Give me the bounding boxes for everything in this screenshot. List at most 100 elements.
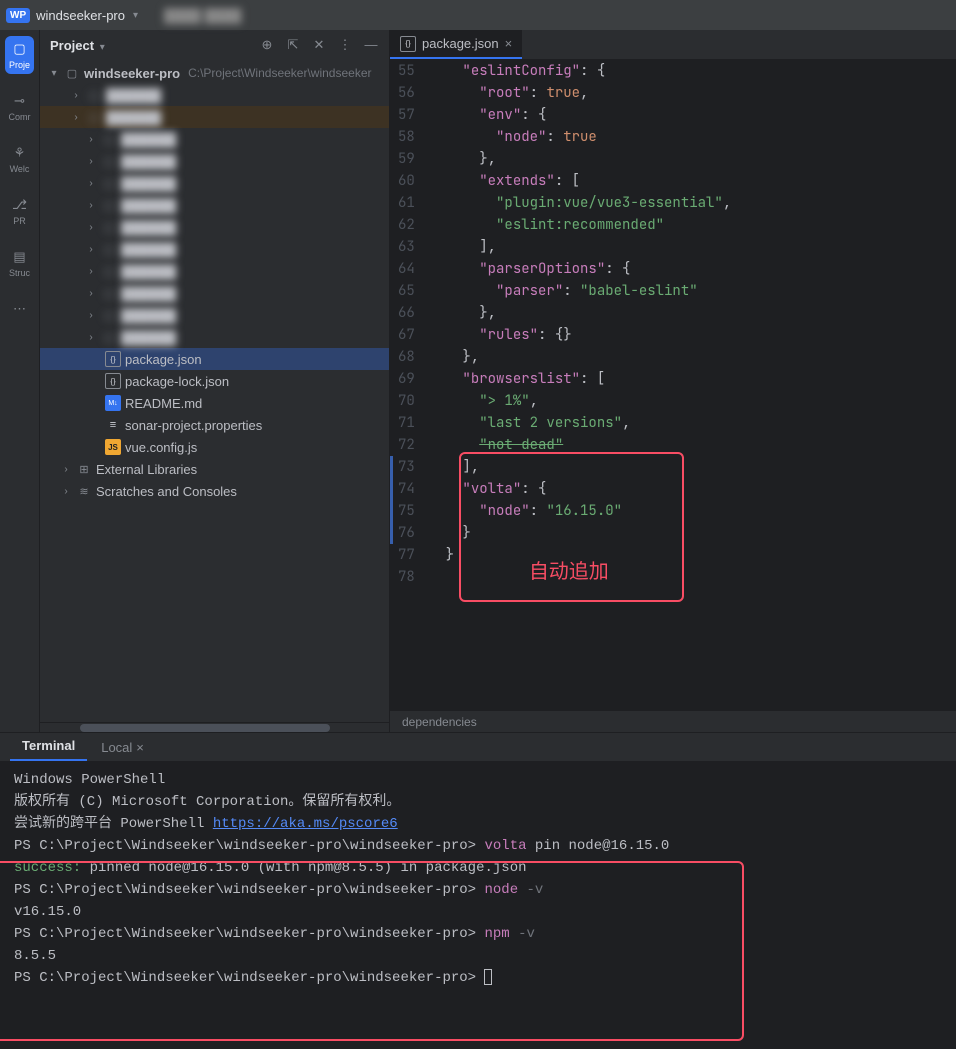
tree-file[interactable]: {} package.json <box>40 348 389 370</box>
line-number: 60 <box>398 170 415 192</box>
code-line[interactable]: }, <box>429 302 956 324</box>
code-line[interactable]: "> 1%", <box>429 390 956 412</box>
tree-folder-blurred[interactable]: › ▢ ██████ <box>40 282 389 304</box>
code-content[interactable]: "eslintConfig": { "root": true, "env": {… <box>429 60 956 710</box>
sidebar-welcome[interactable]: ⚘ Welc <box>6 140 34 178</box>
line-number: 73 <box>390 456 415 478</box>
tree-extra[interactable]: › ⊞ External Libraries <box>40 458 389 480</box>
code-line[interactable]: "extends": [ <box>429 170 956 192</box>
terminal-content[interactable]: Windows PowerShell版权所有 (C) Microsoft Cor… <box>0 761 956 1049</box>
code-line[interactable]: } <box>429 522 956 544</box>
code-line[interactable]: "parser": "babel-eslint" <box>429 280 956 302</box>
chevron-right-icon[interactable]: › <box>85 310 97 321</box>
code-line[interactable]: "eslintConfig": { <box>429 60 956 82</box>
code-line[interactable]: "root": true, <box>429 82 956 104</box>
line-number: 63 <box>398 236 415 258</box>
tree-root[interactable]: ▾ ▢ windseeker-pro C:\Project\Windseeker… <box>40 62 389 84</box>
close-icon[interactable]: × <box>505 36 513 51</box>
tree-folder-blurred[interactable]: › ▢ ██████ <box>40 238 389 260</box>
scrollbar-horizontal[interactable] <box>40 722 389 732</box>
chevron-right-icon[interactable]: › <box>70 112 82 123</box>
code-line[interactable]: ], <box>429 456 956 478</box>
chevron-right-icon[interactable]: › <box>85 288 97 299</box>
chevron-right-icon[interactable]: › <box>85 332 97 343</box>
line-number: 67 <box>398 324 415 346</box>
locate-icon[interactable]: ⊕ <box>259 37 275 53</box>
code-line[interactable]: "last 2 versions", <box>429 412 956 434</box>
sidebar-commit[interactable]: ⊸ Comr <box>5 88 35 126</box>
panel-title[interactable]: Project <box>50 38 94 53</box>
chevron-right-icon[interactable]: › <box>85 134 97 145</box>
terminal-tab[interactable]: Terminal <box>10 732 87 761</box>
chevron-down-icon[interactable]: ▾ <box>133 10 138 21</box>
tree-file[interactable]: ≡ sonar-project.properties <box>40 414 389 436</box>
tree-folder-blurred[interactable]: › ▢ ██████ <box>40 260 389 282</box>
tree-folder-blurred[interactable]: › ▢ ██████ <box>40 172 389 194</box>
close-icon[interactable]: × <box>136 740 144 755</box>
chevron-right-icon[interactable]: › <box>60 464 72 475</box>
expand-icon[interactable]: ⇱ <box>285 37 301 53</box>
tree-folder-blurred[interactable]: › ▢ ██████ <box>40 326 389 348</box>
code-line[interactable]: "eslint:recommended" <box>429 214 956 236</box>
collapse-icon[interactable]: ✕ <box>311 37 327 53</box>
tree-folder-blurred[interactable]: › ▢ ██████ <box>40 128 389 150</box>
tab-package-json[interactable]: {} package.json × <box>390 30 522 59</box>
terminal-tab[interactable]: Local× <box>89 734 156 761</box>
code-line[interactable]: "rules": {} <box>429 324 956 346</box>
js-icon: JS <box>105 439 121 455</box>
blurred-text: ████ ████ <box>164 8 241 23</box>
chevron-right-icon[interactable]: › <box>85 266 97 277</box>
chevron-right-icon[interactable]: › <box>85 222 97 233</box>
line-number: 78 <box>398 566 415 588</box>
tree-file[interactable]: JS vue.config.js <box>40 436 389 458</box>
code-line[interactable]: "volta": { <box>429 478 956 500</box>
code-line[interactable]: ], <box>429 236 956 258</box>
tree-extra[interactable]: › ≋ Scratches and Consoles <box>40 480 389 502</box>
tree-file[interactable]: {} package-lock.json <box>40 370 389 392</box>
code-line[interactable]: "browserslist": [ <box>429 368 956 390</box>
chevron-right-icon[interactable]: › <box>85 178 97 189</box>
chevron-down-icon[interactable]: ▾ <box>100 42 105 53</box>
tree-folder-blurred[interactable]: › ▢ ██████ <box>40 216 389 238</box>
chevron-right-icon[interactable]: › <box>70 90 82 101</box>
sidebar-folder[interactable]: ▢ Proje <box>5 36 34 74</box>
sidebar-pr[interactable]: ⎇ PR <box>7 192 33 230</box>
code-line[interactable]: "node": "16.15.0" <box>429 500 956 522</box>
code-line[interactable]: "node": true <box>429 126 956 148</box>
chevron-right-icon[interactable]: › <box>85 244 97 255</box>
chevron-right-icon[interactable]: › <box>85 200 97 211</box>
commit-icon: ⊸ <box>11 92 29 110</box>
code-editor[interactable]: 5556575859606162636465666768697071727374… <box>390 60 956 710</box>
code-line[interactable]: "not dead" <box>429 434 956 456</box>
code-line[interactable]: }, <box>429 148 956 170</box>
tree-folder-blurred[interactable]: › ▢ ██████ <box>40 84 389 106</box>
tree-folder-blurred[interactable]: › ▢ ██████ <box>40 194 389 216</box>
line-number: 74 <box>390 478 415 500</box>
more-icon[interactable]: ⋮ <box>337 37 353 53</box>
file-tree: ▾ ▢ windseeker-pro C:\Project\Windseeker… <box>40 60 389 722</box>
tab-label: package.json <box>422 36 499 51</box>
code-line[interactable]: "plugin:vue/vue3-essential", <box>429 192 956 214</box>
hide-icon[interactable]: — <box>363 37 379 53</box>
folder-icon: ▢ <box>86 109 102 125</box>
annotation-label: 自动追加 <box>529 560 609 582</box>
code-line[interactable]: } <box>429 544 956 566</box>
tree-folder-blurred[interactable]: › ▢ ██████ <box>40 150 389 172</box>
sidebar-struct[interactable]: ▤ Struc <box>5 244 34 282</box>
code-line[interactable]: }, <box>429 346 956 368</box>
line-gutter: 5556575859606162636465666768697071727374… <box>390 60 429 710</box>
breadcrumb[interactable]: dependencies <box>390 710 956 732</box>
tree-folder-blurred[interactable]: › ▢ ██████ <box>40 304 389 326</box>
chevron-right-icon[interactable]: › <box>85 156 97 167</box>
tree-file[interactable]: M↓ README.md <box>40 392 389 414</box>
code-line[interactable]: "env": { <box>429 104 956 126</box>
project-name[interactable]: windseeker-pro <box>36 8 125 23</box>
chevron-right-icon[interactable]: › <box>60 486 72 497</box>
code-line[interactable]: "parserOptions": { <box>429 258 956 280</box>
editor-tabs: {} package.json × <box>390 30 956 60</box>
code-line[interactable] <box>429 566 956 588</box>
folder-icon: ▢ <box>101 285 117 301</box>
chevron-down-icon[interactable]: ▾ <box>48 68 60 79</box>
sidebar-more[interactable]: ⋯ <box>7 296 33 322</box>
tree-folder-blurred[interactable]: › ▢ ██████ <box>40 106 389 128</box>
